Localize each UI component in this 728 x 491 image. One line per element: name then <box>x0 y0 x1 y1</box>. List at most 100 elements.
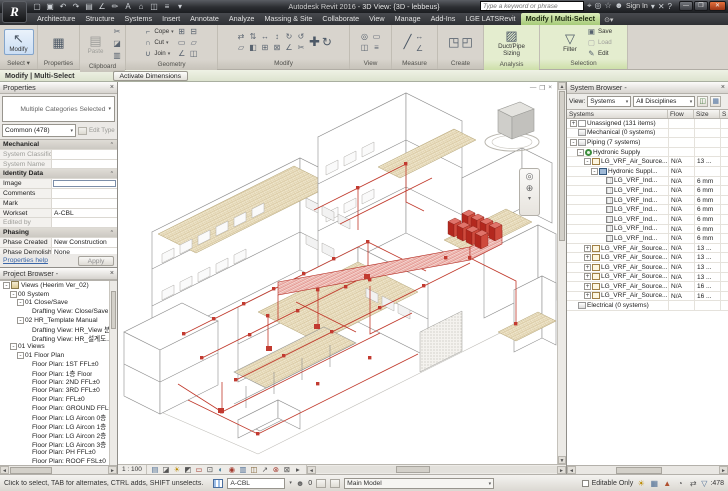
search-icon[interactable]: ⌖ <box>587 1 592 11</box>
zoom-icon[interactable]: ⊕ <box>526 183 534 194</box>
system-row[interactable]: LG_VRF_Ind... N/A 6 mm <box>567 234 728 244</box>
system-row[interactable]: + LG_VRF_Air_Source... N/A 13 ... <box>567 253 728 263</box>
tree-expander[interactable] <box>24 440 31 447</box>
selection-toggle-icon[interactable]: ⊠ <box>282 465 292 474</box>
property-row[interactable]: Identity Data <box>0 169 117 179</box>
tree-expander[interactable] <box>24 431 31 438</box>
active-workset-combo[interactable]: A-CBL <box>227 478 285 489</box>
ribbon-tab[interactable]: Add-Ins <box>426 13 461 25</box>
scroll-up-icon[interactable]: ▲ <box>558 82 566 90</box>
system-row[interactable]: + LG_VRF_Air_Source... N/A 16 ... <box>567 292 728 302</box>
panel-label-analysis[interactable]: Analysis <box>484 60 539 70</box>
panel-label-modify[interactable]: Modify <box>218 59 349 69</box>
tree-expander[interactable]: + <box>570 120 577 127</box>
tree-expander[interactable] <box>598 225 605 232</box>
navbar-caret-icon[interactable]: ▾ <box>528 195 531 202</box>
show-crop-region-icon[interactable]: ⊡ <box>205 465 215 474</box>
tree-expander[interactable] <box>24 379 31 386</box>
tree-item[interactable]: Floor Plan: 3RD FFL±0 <box>0 387 117 396</box>
tree-item[interactable]: Drafting View: HR_View 분 <box>0 325 117 334</box>
join-options-icon[interactable]: ⊞ <box>176 26 188 37</box>
project-browser-header[interactable]: Project Browser - × <box>0 268 117 280</box>
system-row[interactable]: LG_VRF_Ind... N/A 6 mm <box>567 196 728 206</box>
tree-item[interactable]: Floor Plan: GROUND FFL± <box>0 404 117 413</box>
tree-item[interactable]: Floor Plan: 2ND FFL±0 <box>0 378 117 387</box>
tree-expander[interactable]: - <box>570 139 577 146</box>
type-selector[interactable]: Multiple Categories Selected▾ <box>2 96 115 122</box>
tree-item[interactable]: - 00 System <box>0 290 117 299</box>
reveal-constraints-icon[interactable]: ⊗ <box>271 465 281 474</box>
delete-icon[interactable]: ⊠ <box>271 42 283 53</box>
tree-expander[interactable]: - <box>584 158 591 165</box>
system-row[interactable]: - Hydronic Suppl... N/A <box>567 167 728 177</box>
scale-control[interactable]: 1 : 100 <box>118 465 147 474</box>
design-options-icon[interactable]: ⇄ <box>688 479 698 488</box>
text-icon[interactable]: A <box>123 1 133 12</box>
tree-expander[interactable]: + <box>584 273 591 280</box>
modify-button[interactable]: ↖ Modify <box>4 29 34 55</box>
view-minimize-icon[interactable]: — <box>530 84 537 92</box>
system-row[interactable]: - Piping (7 systems) <box>567 138 728 148</box>
measure-between-icon[interactable]: ↔ <box>413 31 425 42</box>
3d-view-icon[interactable]: ⌂ <box>136 1 146 12</box>
scroll-left-icon[interactable]: ◄ <box>567 466 576 474</box>
tree-expander[interactable] <box>24 458 31 465</box>
property-value[interactable] <box>52 160 117 169</box>
property-value[interactable] <box>52 218 117 227</box>
column-flow[interactable]: Flow <box>668 110 694 118</box>
tree-expander[interactable]: - <box>3 282 10 289</box>
sign-in-person-icon[interactable]: ☻ <box>615 1 623 11</box>
ribbon-tab[interactable]: Massing & Site <box>259 13 317 25</box>
warnings-icon[interactable]: ▲ <box>662 479 672 488</box>
trim-icon[interactable]: ↺ <box>295 31 307 42</box>
system-row[interactable]: LG_VRF_Ind... N/A 6 mm <box>567 225 728 235</box>
column-size[interactable]: Size <box>694 110 720 118</box>
angle-icon[interactable]: ∠ <box>176 48 188 59</box>
tree-expander[interactable] <box>24 423 31 430</box>
property-value[interactable] <box>52 189 117 198</box>
tree-expander[interactable] <box>24 405 31 412</box>
more-controls-icon[interactable]: ▸ <box>293 465 303 474</box>
tree-item[interactable]: Floor Plan: 1층 Floor <box>0 369 117 378</box>
tree-expander[interactable]: + <box>584 245 591 252</box>
ribbon-options-caret-icon[interactable]: ⊙▾ <box>604 16 613 25</box>
match-type-icon[interactable]: ▥ <box>111 50 123 61</box>
view-filter-combo[interactable]: Systems▾ <box>587 96 631 107</box>
property-value[interactable] <box>53 180 116 187</box>
hide-icon[interactable]: ▭ <box>371 31 383 42</box>
property-value[interactable]: A-CBL <box>52 209 117 218</box>
properties-header[interactable]: Properties × <box>0 82 117 94</box>
ribbon-tab[interactable]: Manage <box>390 13 426 25</box>
steering-wheel-icon[interactable]: ◎ <box>526 171 534 182</box>
tree-expander[interactable]: + <box>584 254 591 261</box>
mirror-icon[interactable]: ↔ <box>259 31 271 42</box>
worksets-icon[interactable]: ☀ <box>636 479 646 488</box>
shadows-icon[interactable]: ◩ <box>183 465 193 474</box>
worksets-icon[interactable] <box>213 479 223 488</box>
navigation-bar[interactable]: ◎ ⊕ ▾ <box>519 168 540 216</box>
section-icon[interactable]: ◫ <box>149 1 159 12</box>
unjoin-icon[interactable]: ⊟ <box>188 26 200 37</box>
pencil-icon[interactable]: ✏ <box>110 1 120 12</box>
reveal-hidden-elements-icon[interactable]: ◉ <box>227 465 237 474</box>
filter-button[interactable]: ▽ Filter <box>555 29 585 55</box>
minimize-button[interactable]: — <box>679 1 693 11</box>
exchange-apps-icon[interactable]: ✕ <box>658 2 665 11</box>
rotate-tool-icon[interactable]: ↻ <box>322 35 332 49</box>
system-row[interactable]: LG_VRF_Ind... N/A 6 mm <box>567 177 728 187</box>
scroll-left-icon[interactable]: ◄ <box>0 466 9 474</box>
print-icon[interactable]: ▤ <box>84 1 94 12</box>
property-row[interactable]: Edited by <box>0 218 117 228</box>
property-row[interactable]: Workset A-CBL <box>0 209 117 219</box>
beam-joins-icon[interactable]: ▱ <box>188 37 200 48</box>
tree-item[interactable]: Floor Plan: LG Aircon 2층 <box>0 431 117 440</box>
properties-button[interactable]: ▦ <box>44 33 74 52</box>
system-browser-close-icon[interactable]: × <box>721 84 725 91</box>
property-row[interactable]: Phasing <box>0 228 117 238</box>
worksharing-display-icon[interactable]: ▥ <box>238 465 248 474</box>
linework-icon[interactable]: ≡ <box>371 42 383 53</box>
tree-expander[interactable]: - <box>577 149 584 156</box>
tree-expander[interactable] <box>24 326 31 333</box>
tree-expander[interactable] <box>598 177 605 184</box>
tree-expander[interactable]: - <box>10 343 17 350</box>
